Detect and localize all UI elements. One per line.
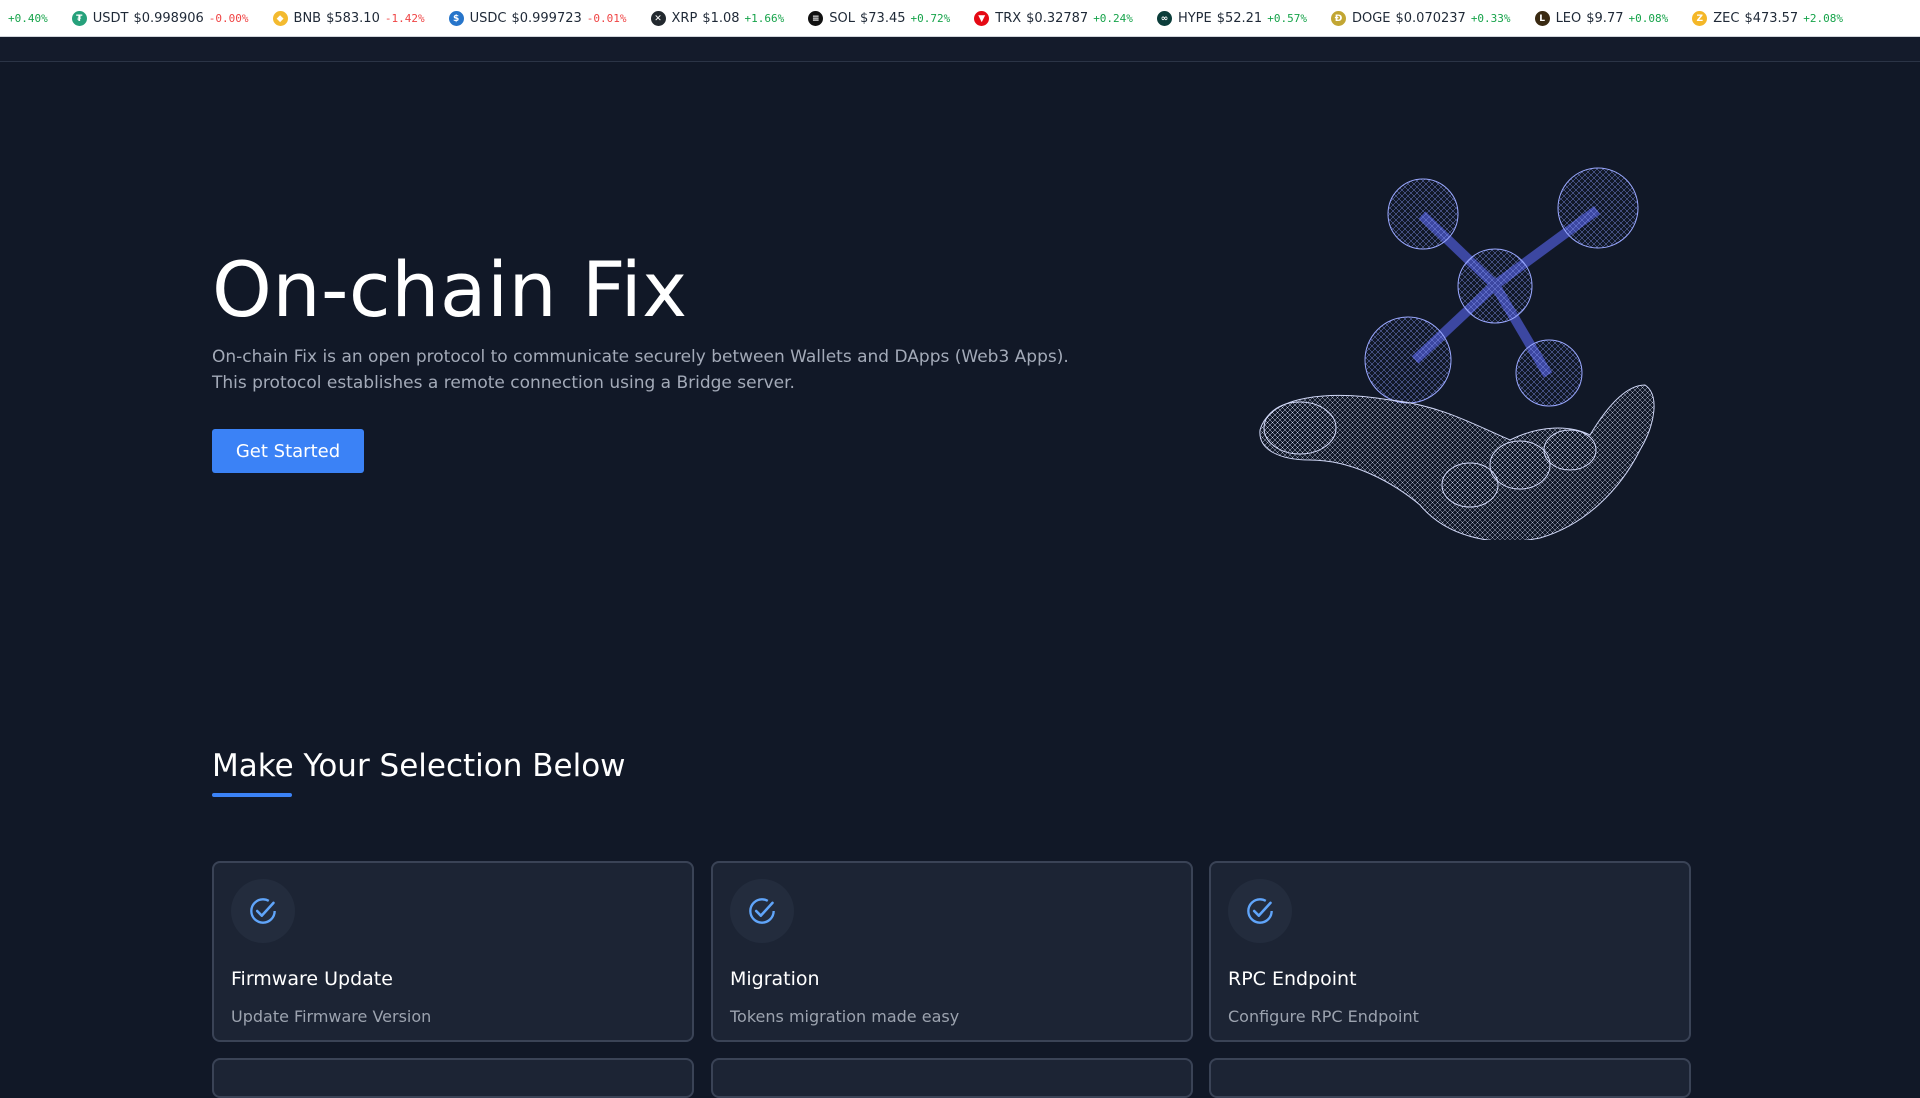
ticker-item[interactable]: L LEO $9.77 +0.08% [1534,11,1669,26]
ticker-track: +0.40% ₮ USDT $0.998906 -0.00% ◆ BNB $583.10 -1.… [0,0,1920,36]
ticker-price: $1.08 [702,11,740,26]
ticker-price: $583.10 [326,11,380,26]
card-subtitle: Update Firmware Version [231,1007,432,1026]
section-underline [212,793,292,797]
ticker-price: $73.45 [860,11,906,26]
card-partial[interactable] [1209,1058,1691,1098]
ticker-item[interactable]: ∞ HYPE $52.21 +0.57% [1156,11,1307,26]
ticker-change: -0.00% [208,12,249,25]
top-bar [0,37,1920,62]
ticker-item[interactable]: +0.40% [8,12,48,25]
ticker-symbol: DOGE [1351,11,1391,26]
zcash-icon: Z [1692,11,1708,26]
card-subtitle: Tokens migration made easy [730,1007,960,1026]
leo-icon: L [1534,11,1550,26]
ticker-symbol: HYPE [1177,11,1212,26]
ticker-change: +0.57% [1267,12,1307,25]
check-circle-icon [730,879,794,943]
xrp-icon: ✕ [650,11,666,26]
dogecoin-icon: Ð [1330,11,1346,26]
check-circle-icon [1228,879,1292,943]
ticker-change: +0.40% [8,12,48,25]
ticker-price: $0.32787 [1026,11,1089,26]
section-title: Make Your Selection Below [212,748,626,784]
card-partial[interactable] [212,1058,694,1098]
ticker-change: +0.08% [1628,12,1669,25]
hyperliquid-icon: ∞ [1156,11,1172,26]
card-migration[interactable]: Migration Tokens migration made easy [711,861,1193,1042]
solana-icon: ≡ [808,11,824,26]
ticker-change: -1.42% [384,12,425,25]
card-rpc-endpoint[interactable]: RPC Endpoint Configure RPC Endpoint [1209,861,1691,1042]
card-partial[interactable] [711,1058,1193,1098]
card-subtitle: Configure RPC Endpoint [1228,1007,1419,1026]
card-firmware-update[interactable]: Firmware Update Update Firmware Version [212,861,694,1042]
ticker-change: +1.66% [744,12,785,25]
check-circle-icon [231,879,295,943]
ticker-symbol: BNB [293,11,322,26]
ticker-item[interactable]: ✕ XRP $1.08 +1.66% [650,11,785,26]
tron-icon: ▼ [974,11,990,26]
ticker-price: $0.999723 [511,11,582,26]
card-title: Firmware Update [231,968,393,990]
ticker-change: +0.72% [910,12,951,25]
ticker-item[interactable]: Ð DOGE $0.070237 +0.33% [1330,11,1511,26]
price-ticker: +0.40% ₮ USDT $0.998906 -0.00% ◆ BNB $583.10 -1.… [0,0,1920,37]
ticker-item[interactable]: ₮ USDT $0.998906 -0.00% [71,11,249,26]
card-title: Migration [730,968,820,990]
ticker-symbol: USDT [92,11,129,26]
ticker-item[interactable]: ◆ BNB $583.10 -1.42% [272,11,425,26]
ticker-change: +0.33% [1470,12,1511,25]
ticker-price: $0.070237 [1395,11,1466,26]
ticker-symbol: SOL [829,11,856,26]
molecule-spheres [1364,167,1639,407]
get-started-button[interactable]: Get Started [212,429,364,473]
tether-icon: ₮ [71,11,87,26]
ticker-price: $473.57 [1744,11,1799,26]
ticker-item[interactable]: ≡ SOL $73.45 +0.72% [808,11,950,26]
ticker-price: $0.998906 [133,11,204,26]
ticker-symbol: TRX [995,11,1022,26]
usdc-icon: $ [448,11,464,26]
ticker-symbol: ZEC [1713,11,1740,26]
ticker-symbol: XRP [671,11,698,26]
hero-description: On-chain Fix is an open protocol to comm… [212,347,1069,393]
ticker-item[interactable]: $ USDC $0.999723 -0.01% [448,11,627,26]
hand-molecule-illustration [1259,167,1655,540]
ticker-price: $9.77 [1586,11,1624,26]
ticker-item[interactable]: ▼ TRX $0.32787 +0.24% [974,11,1133,26]
ticker-item[interactable]: Z ZEC $473.57 +2.08% [1692,11,1843,26]
bnb-icon: ◆ [272,11,288,26]
ticker-change: +0.24% [1093,12,1133,25]
wireframe-hand [1259,384,1655,540]
ticker-symbol: USDC [469,11,507,26]
ticker-change: -0.01% [586,12,627,25]
card-title: RPC Endpoint [1228,968,1357,990]
ticker-price: $52.21 [1216,11,1263,26]
ticker-change: +2.08% [1803,12,1843,25]
ticker-symbol: LEO [1555,11,1582,26]
hero-title: On-chain Fix [212,245,688,334]
